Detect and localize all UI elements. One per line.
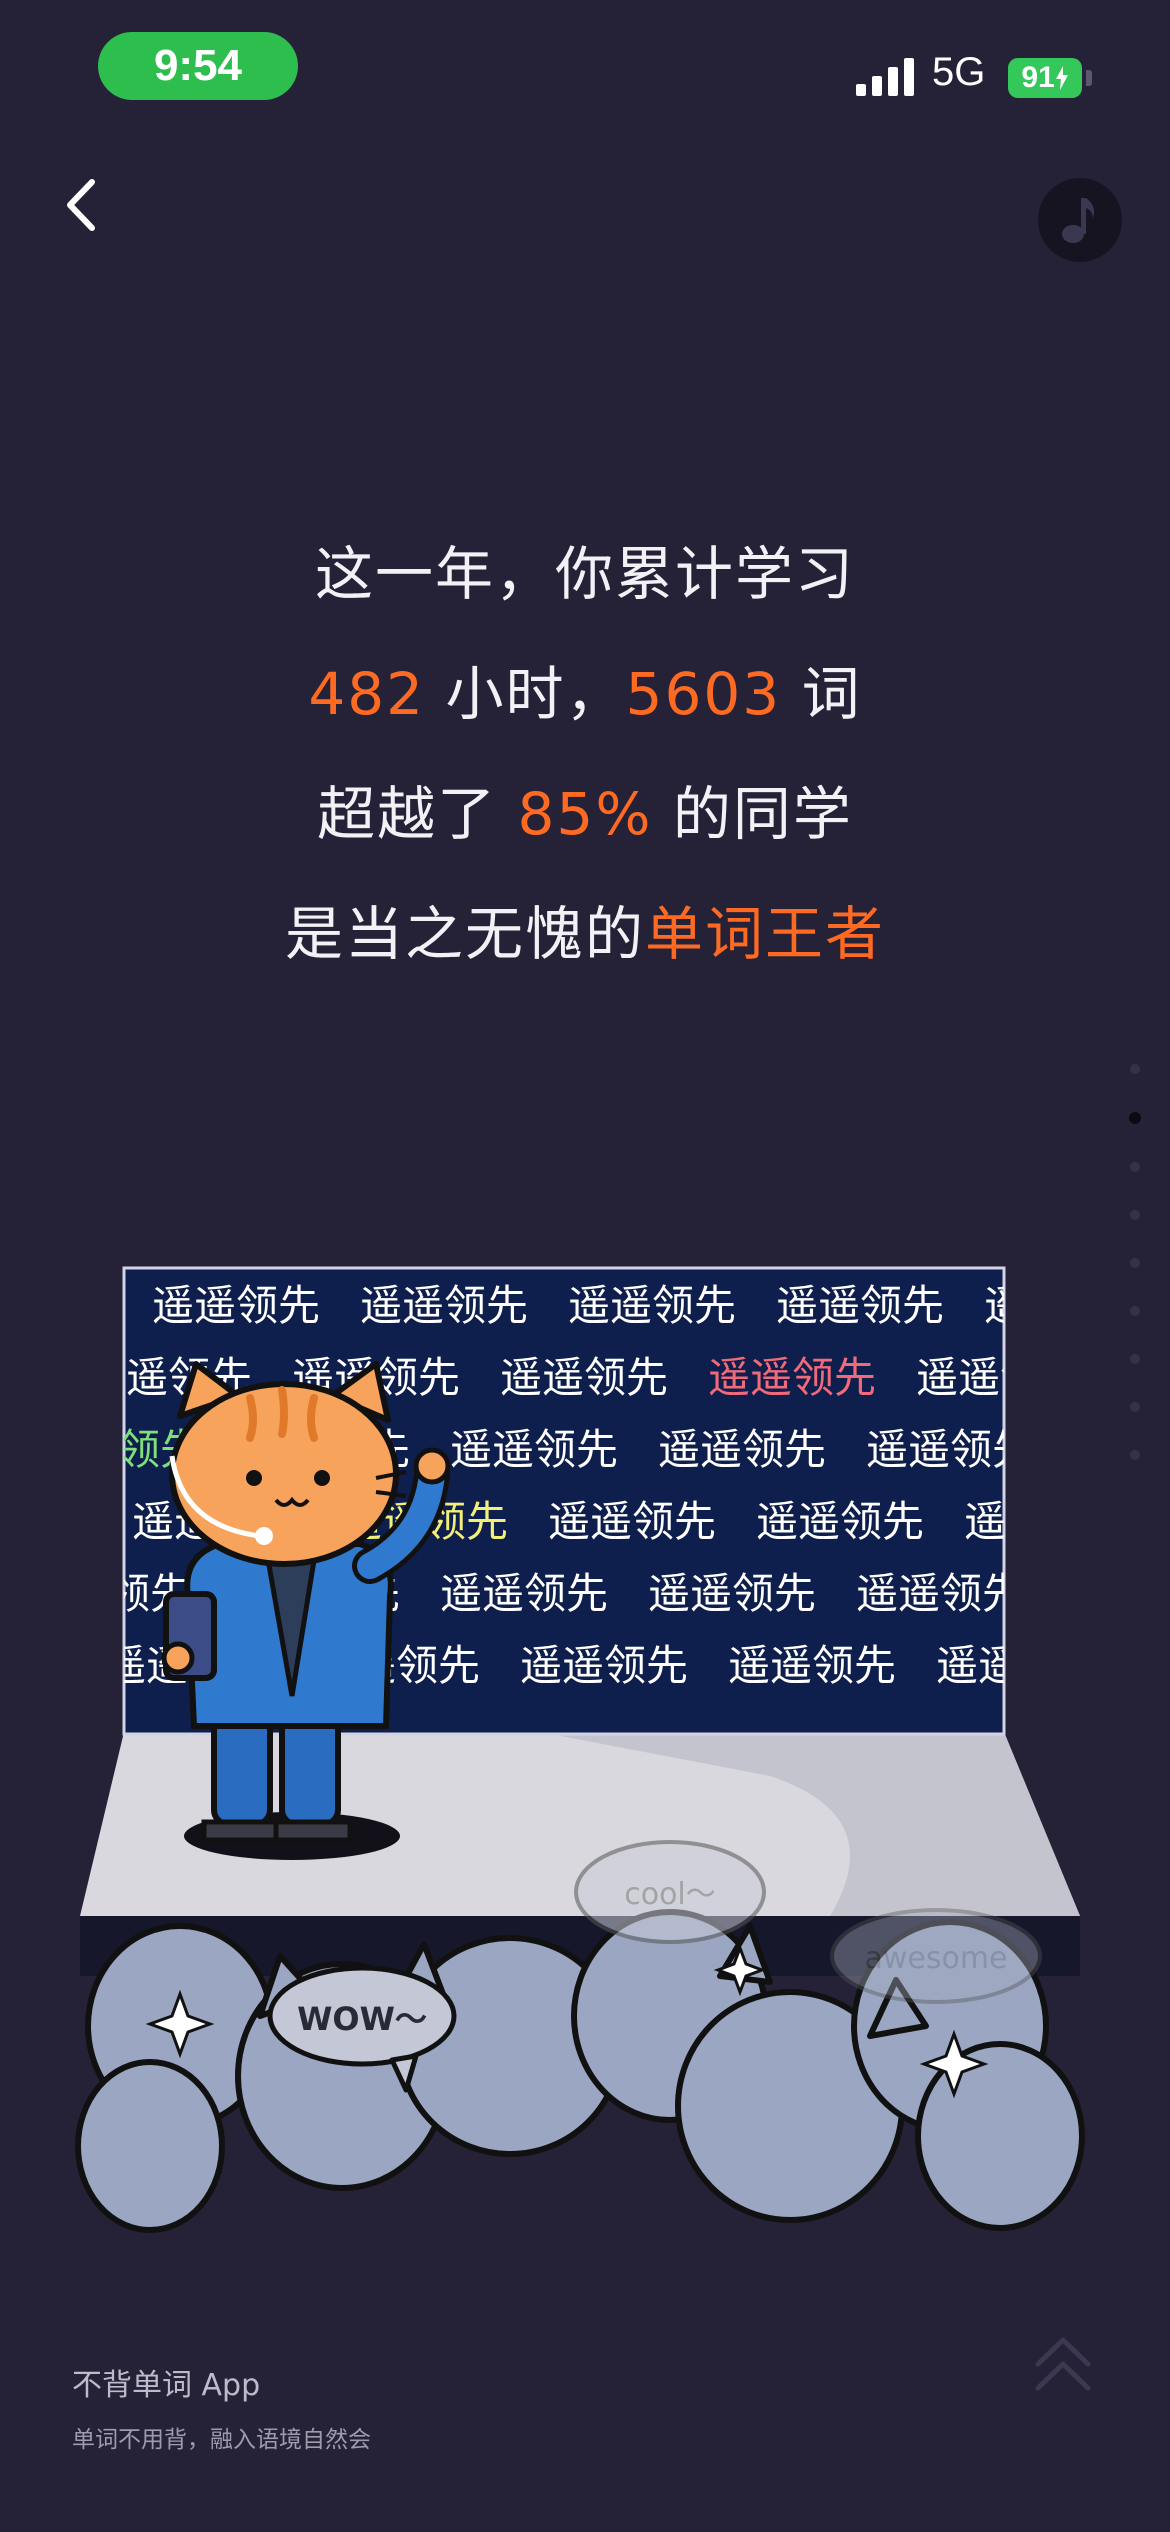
- summary-line-3: 超越了 85% 的同学: [0, 770, 1170, 890]
- screen-word: 遥遥领先: [70, 1281, 112, 1330]
- screen-word: 遥遥领先: [568, 1281, 736, 1330]
- screen-word: 遥遥领先: [1064, 1569, 1100, 1618]
- screen-word: 遥遥领先: [708, 1353, 876, 1402]
- screen-word: 遥遥领先: [70, 1497, 92, 1546]
- title-prefix: 是当之无愧的: [284, 900, 645, 968]
- screen-word: 遥遥领先: [658, 1425, 826, 1474]
- beat-suffix: 的同学: [672, 780, 853, 848]
- summary-line-2: 482 小时，5603 词: [0, 650, 1170, 770]
- page-dot[interactable]: [1130, 1450, 1140, 1460]
- year-review-screen: 9:54 5G 91 这一年，你累计学习 482 小时，5603 词 超越了 8…: [0, 0, 1170, 2532]
- screen-word: 遥遥领先: [756, 1497, 924, 1546]
- signal-icon: [856, 58, 914, 96]
- study-hours: 482: [308, 660, 426, 728]
- screen-word: 遥遥领先: [648, 1569, 816, 1618]
- screen-word: 遥遥领先: [984, 1281, 1100, 1330]
- cool-bubble-text: cool～: [624, 1877, 716, 1912]
- scroll-up-button[interactable]: [1032, 2330, 1094, 2400]
- status-time: 9:54: [98, 32, 298, 100]
- screen-word: 遥遥领先: [520, 1641, 688, 1690]
- double-chevron-up-icon: [1035, 2337, 1091, 2391]
- battery-indicator: 91: [1008, 58, 1082, 98]
- charging-bolt-icon: [1055, 66, 1068, 90]
- study-hours-unit: 小时，: [445, 660, 626, 728]
- word-count: 5603: [625, 660, 782, 728]
- beat-percent: 85%: [517, 780, 653, 848]
- summary-line-4: 是当之无愧的单词王者: [0, 890, 1170, 1010]
- screen-word: 遥遥领先: [360, 1281, 528, 1330]
- title-highlight: 单词王者: [645, 900, 886, 968]
- screen-word: 遥遥领先: [548, 1497, 716, 1546]
- screen-word: 遥遥领先: [500, 1353, 668, 1402]
- screen-word: 遥遥领先: [856, 1569, 1024, 1618]
- wow-bubble-text: WOW～: [297, 2000, 427, 2038]
- screen-word: 遥遥领先: [440, 1569, 608, 1618]
- screen-word: 遥遥领先: [450, 1425, 618, 1474]
- page-dot[interactable]: [1130, 1210, 1140, 1220]
- footer-slogan: 单词不用背，融入语境自然会: [72, 2427, 371, 2453]
- page-dot[interactable]: [1130, 1162, 1140, 1172]
- page-dot[interactable]: [1130, 1258, 1140, 1268]
- summary-intro: 这一年，你累计学习: [314, 540, 855, 608]
- page-dot[interactable]: [1130, 1354, 1140, 1364]
- screen-word: 遥遥领先: [776, 1281, 944, 1330]
- awesome-bubble-text: awesome: [864, 1941, 1007, 1976]
- page-indicator: [1128, 1064, 1142, 1498]
- beat-prefix: 超越了: [317, 780, 498, 848]
- awesome-bubble: awesome: [830, 1908, 1042, 2004]
- screen-word: 遥遥领先: [728, 1641, 896, 1690]
- year-summary: 这一年，你累计学习 482 小时，5603 词 超越了 85% 的同学 是当之无…: [0, 530, 1170, 1010]
- screen-word: 遥遥领先: [916, 1353, 1084, 1402]
- screen-word: 遥遥领先: [964, 1497, 1100, 1546]
- page-dot[interactable]: [1130, 1064, 1140, 1074]
- page-dot[interactable]: [1129, 1112, 1141, 1124]
- footer-app-name: 不背单词 App: [72, 2368, 261, 2403]
- battery-cap: [1086, 70, 1092, 86]
- page-dot[interactable]: [1130, 1402, 1140, 1412]
- screen-word: 遥遥领先: [152, 1281, 320, 1330]
- cool-bubble: cool～: [574, 1840, 766, 1944]
- screen-word: 遥遥领先: [936, 1641, 1100, 1690]
- music-note-icon: [1062, 198, 1095, 243]
- battery-level: 91: [1021, 61, 1055, 94]
- screen-word: 遥遥领先: [866, 1425, 1034, 1474]
- screen-word: 遥遥领先: [1074, 1425, 1100, 1474]
- back-button[interactable]: [54, 170, 114, 240]
- word-count-unit: 词: [801, 660, 862, 728]
- page-dot[interactable]: [1130, 1306, 1140, 1316]
- chevron-left-icon: [67, 179, 95, 231]
- network-type: 5G: [932, 50, 986, 94]
- music-toggle-button[interactable]: [1038, 178, 1122, 262]
- lecture-cat-illustration: 遥遥领先遥遥领先遥遥领先遥遥领先遥遥领先遥遥领先遥遥领先遥遥领先遥遥领先遥遥领先…: [70, 1266, 1100, 2233]
- summary-line-1: 这一年，你累计学习: [0, 530, 1170, 650]
